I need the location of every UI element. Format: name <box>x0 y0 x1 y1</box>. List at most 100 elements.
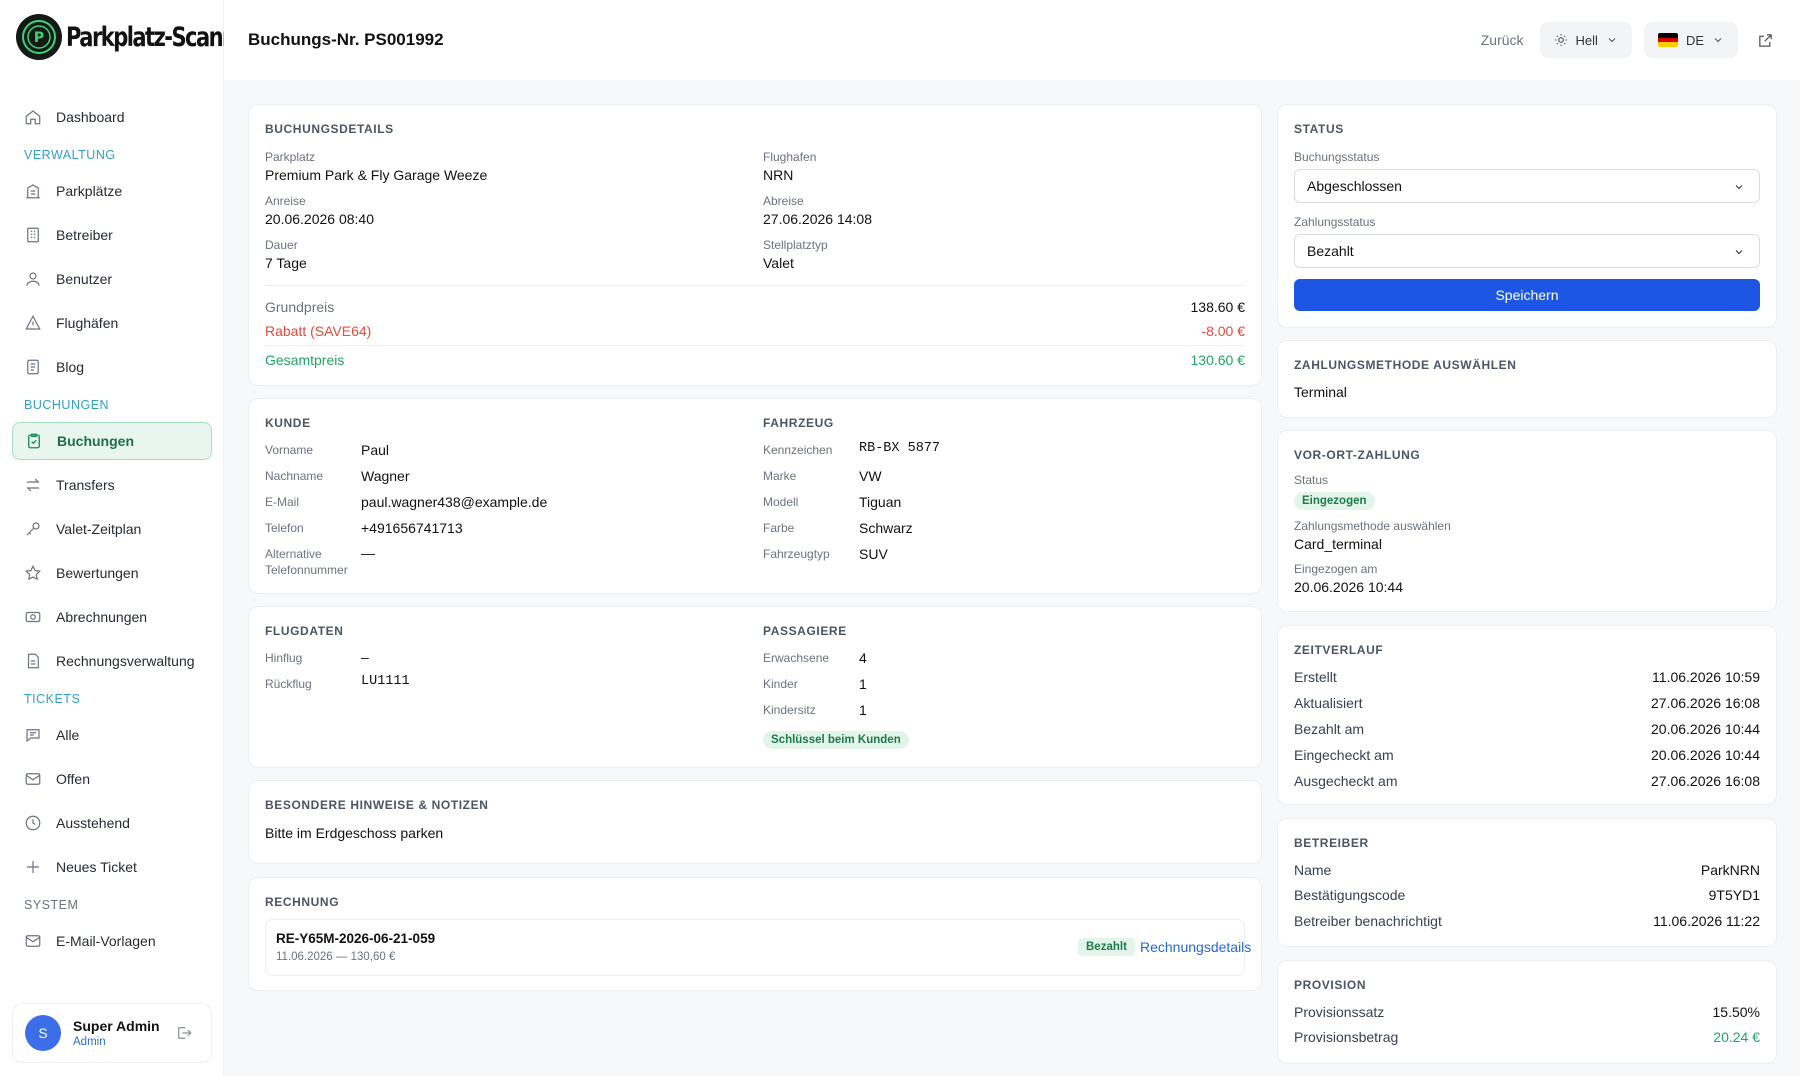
invoice-card: RECHNUNG RE-Y65M-2026-06-21-059 11.06.20… <box>248 877 1262 991</box>
invoice-status-badge: Bezahlt <box>1078 938 1135 956</box>
document-icon <box>27 359 39 375</box>
avatar: S <box>25 1015 61 1051</box>
customer-vehicle-card: KUNDE Vorname Paul Nachname Wagner E-Mai… <box>248 398 1262 594</box>
buchungsstatus-select[interactable]: Abgeschlossen <box>1294 169 1760 203</box>
onsite-method-label: Zahlungsmethode auswählen <box>1294 519 1451 533</box>
sidebar-item-blog[interactable]: Blog <box>12 348 212 386</box>
dauer-value: 7 Tage <box>265 255 307 271</box>
flight-passengers-card: FLUGDATEN Hinflug – Rückflug LU1111 PASS… <box>248 606 1262 768</box>
sidebar-item-email-vorlagen[interactable]: E-Mail-Vorlagen <box>12 922 212 960</box>
sidebar-item-label: Flughäfen <box>56 315 119 331</box>
save-button[interactable]: Speichern <box>1294 279 1760 311</box>
sidebar-item-neues-ticket[interactable]: Neues Ticket <box>12 848 212 886</box>
sidebar-item-abrechnungen[interactable]: Abrechnungen <box>12 598 212 636</box>
sidebar-item-ausstehend[interactable]: Ausstehend <box>12 804 212 842</box>
commission-rate-row: Provisionssatz 15.50% <box>1294 1004 1760 1020</box>
anreise-label: Anreise <box>265 194 306 208</box>
sidebar-item-rechnungsverwaltung[interactable]: Rechnungsverwaltung <box>12 642 212 680</box>
chevron-down-icon <box>1735 185 1743 190</box>
sidebar-item-parkplaetze[interactable]: Parkplätze <box>12 172 212 210</box>
user-profile[interactable]: S Super Admin Admin <box>12 1003 212 1063</box>
hinflug-label: Hinflug <box>265 651 303 665</box>
logout-icon[interactable] <box>175 1024 193 1042</box>
back-link[interactable]: Zurück <box>1481 32 1524 48</box>
commission-amount-row: Provisionsbetrag 20.24 € <box>1294 1029 1760 1045</box>
onsite-method-value: Card_terminal <box>1294 536 1382 552</box>
external-link-button[interactable] <box>1750 25 1780 55</box>
commission-card: PROVISION Provisionssatz 15.50% Provision… <box>1277 960 1777 1064</box>
notes-text: Bitte im Erdgeschoss parken <box>265 825 444 841</box>
commission-rate-value: 15.50% <box>1712 1004 1760 1020</box>
timeline-row: Erstellt 11.06.2026 10:59 <box>1294 669 1760 685</box>
german-flag-icon <box>1657 33 1678 47</box>
operator-row: Name ParkNRN <box>1294 862 1760 878</box>
mail-icon <box>25 935 41 947</box>
parkplatz-value: Premium Park & Fly Garage Weeze <box>265 167 488 183</box>
sidebar-item-alle[interactable]: Alle <box>12 716 212 754</box>
kindersitz-value: 1 <box>859 702 867 718</box>
flughafen-label: Flughafen <box>763 150 817 164</box>
fahrzeugtyp-label: Fahrzeugtyp <box>763 547 830 561</box>
erwachsene-value: 4 <box>859 650 867 666</box>
timeline-title: ZEITVERLAUF <box>1294 643 1384 657</box>
chevron-down-icon <box>1735 250 1743 255</box>
sidebar-item-bewertungen[interactable]: Bewertungen <box>12 554 212 592</box>
onsite-status-label: Status <box>1294 473 1329 487</box>
sidebar-item-label: Abrechnungen <box>56 609 148 625</box>
operator-card: BETREIBER Name ParkNRN Bestätigungscode 9T… <box>1277 818 1777 947</box>
grundpreis-label: Grundpreis <box>265 299 335 315</box>
dauer-label: Dauer <box>265 238 298 252</box>
user-name: Super Admin <box>73 1018 160 1034</box>
sidebar-section-tickets: TICKETS <box>24 692 81 706</box>
notes-title: BESONDERE HINWEISE & NOTIZEN <box>265 798 489 812</box>
timeline-value: 27.06.2026 16:08 <box>1651 695 1760 711</box>
clock-icon <box>25 815 41 831</box>
invoice-subtitle: 11.06.2026 — 130,60 € <box>276 951 396 963</box>
erwachsene-label: Erwachsene <box>763 651 830 665</box>
zahlungsstatus-select[interactable]: Bezahlt <box>1294 234 1760 268</box>
stellplatz-label: Stellplatztyp <box>763 238 828 252</box>
sidebar-item-benutzer[interactable]: Benutzer <box>12 260 212 298</box>
flughafen-value: NRN <box>763 167 794 183</box>
sidebar-item-label: Rechnungsverwaltung <box>56 653 195 669</box>
sidebar-item-valet-zeitplan[interactable]: Valet-Zeitplan <box>12 510 212 548</box>
vorname-value: Paul <box>361 442 390 458</box>
invoice-details-link[interactable]: Rechnungsdetails <box>1140 939 1251 955</box>
timeline-key: Erstellt <box>1294 669 1337 685</box>
kindersitz-label: Kindersitz <box>763 703 816 717</box>
sidebar-item-betreiber[interactable]: Betreiber <box>12 216 212 254</box>
invoice-row: RE-Y65M-2026-06-21-059 11.06.2026 — 130,… <box>265 919 1251 976</box>
users-icon <box>26 272 40 286</box>
marke-value: VW <box>859 468 882 484</box>
payment-method-value: Terminal <box>1294 384 1347 400</box>
sidebar-item-flughaefen[interactable]: Flughäfen <box>12 304 212 342</box>
chevron-down-icon <box>1714 38 1722 43</box>
alt-telefon-label: Telefonnummer <box>265 563 348 577</box>
sidebar-item-dashboard[interactable]: Dashboard <box>12 98 212 136</box>
email-label: E-Mail <box>265 495 300 509</box>
timeline-value: 27.06.2026 16:08 <box>1651 773 1760 789</box>
divider <box>265 285 1245 286</box>
sidebar-item-buchungen[interactable]: Buchungen <box>12 422 212 460</box>
theme-select[interactable]: Hell <box>1539 22 1632 58</box>
operator-row: Bestätigungscode 9T5YD1 <box>1294 887 1760 903</box>
sidebar-item-offen[interactable]: Offen <box>12 760 212 798</box>
chat-icon <box>26 729 40 743</box>
language-select[interactable]: DE <box>1643 22 1738 58</box>
email-value: paul.wagner438@example.de <box>361 494 548 510</box>
fahrzeug-title: FAHRZEUG <box>763 416 834 430</box>
user-role: Admin <box>73 1036 106 1048</box>
marke-label: Marke <box>763 469 797 483</box>
buchungsstatus-value: Abgeschlossen <box>1307 178 1402 194</box>
sidebar-nav: Dashboard VERWALTUNG Parkplätze Betreibe… <box>12 98 212 966</box>
operator-value: ParkNRN <box>1700 862 1760 878</box>
timeline-value: 20.06.2026 10:44 <box>1651 721 1760 737</box>
commission-amount-value: 20.24 € <box>1713 1029 1760 1045</box>
external-link-icon <box>1758 33 1772 47</box>
sidebar-item-transfers[interactable]: Transfers <box>12 466 212 504</box>
office-icon <box>27 227 39 243</box>
rabatt-label: Rabatt (SAVE64) <box>265 323 372 339</box>
top-header: Buchungs-Nr. PS001992 Zurück Hell DE <box>224 0 1800 80</box>
sidebar-item-label: Dashboard <box>56 109 125 125</box>
file-icon <box>27 653 39 669</box>
